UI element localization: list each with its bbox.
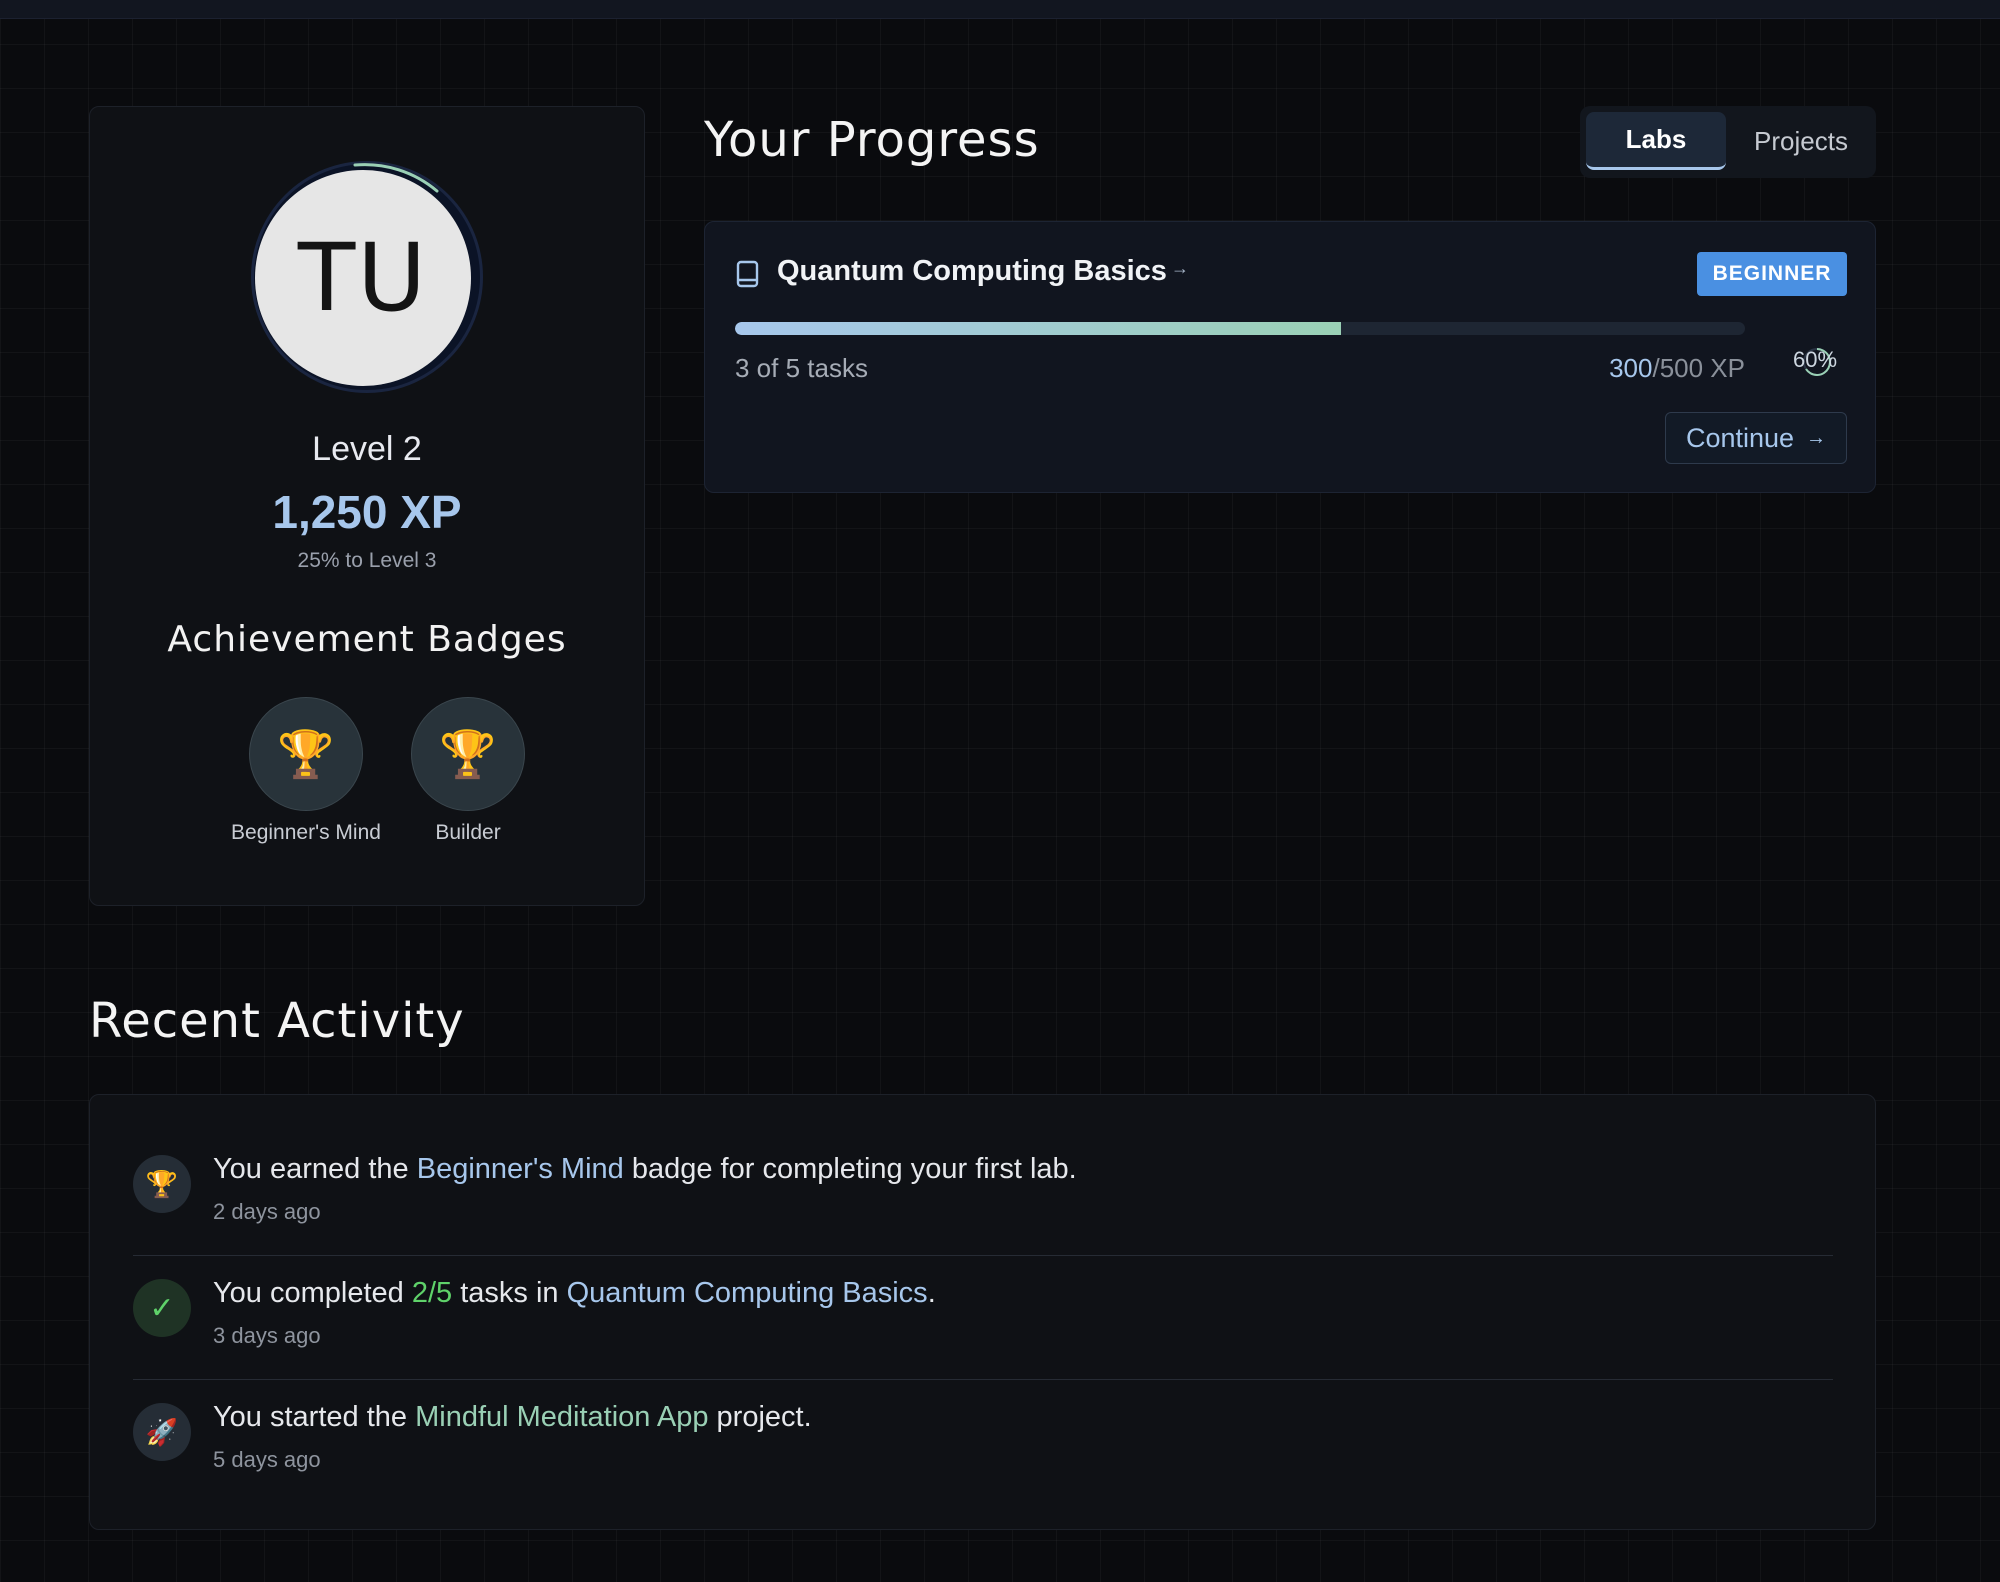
activity-time: 3 days ago: [213, 1323, 321, 1348]
arrow-right-icon: →: [1806, 426, 1827, 449]
percent-indicator: 60%: [1785, 337, 1855, 387]
trophy-icon: 🏆: [411, 697, 525, 811]
level-progress-text: 25% to Level 3: [297, 549, 437, 572]
lab-percent: 60%: [1793, 347, 1838, 372]
activity-text-post: badge for completing your first lab.: [623, 1153, 1077, 1185]
activity-time: 2 days ago: [213, 1199, 321, 1224]
activity-text-post: .: [927, 1277, 936, 1309]
activity-text: You earned the Beginner's Mind badge for…: [213, 1153, 1077, 1186]
book-icon: [736, 260, 759, 288]
activity-text: You started the Mindful Meditation App p…: [213, 1401, 812, 1434]
activity-item: 🏆 You earned the Beginner's Mind badge f…: [133, 1145, 1833, 1256]
trophy-icon: 🏆: [249, 697, 363, 811]
badge-builder[interactable]: 🏆 Builder: [383, 697, 553, 845]
lab-progress-bar: [735, 322, 1745, 335]
lab-xp-total: /500 XP: [1652, 353, 1745, 383]
top-bar: [0, 0, 2000, 19]
tab-labs[interactable]: Labs: [1586, 112, 1726, 170]
badge-label: Beginner's Mind: [231, 821, 381, 844]
activity-item: ✓ You completed 2/5 tasks in Quantum Com…: [133, 1269, 1833, 1380]
difficulty-badge: BEGINNER: [1697, 252, 1847, 296]
activity-link[interactable]: Quantum Computing Basics: [567, 1277, 928, 1309]
activity-link[interactable]: Beginner's Mind: [417, 1153, 624, 1185]
progress-tabs: Labs Projects: [1580, 106, 1876, 178]
arrow-right-icon[interactable]: →: [1171, 258, 1189, 279]
activity-card: 🏆 You earned the Beginner's Mind badge f…: [89, 1094, 1876, 1530]
continue-button[interactable]: Continue →: [1665, 412, 1847, 464]
activity-link[interactable]: Mindful Meditation App: [415, 1401, 708, 1433]
avatar: TU: [255, 170, 471, 386]
activity-item: 🚀 You started the Mindful Meditation App…: [133, 1393, 1833, 1503]
activity-time: 5 days ago: [213, 1447, 321, 1472]
xp-total: 1,250 XP: [272, 486, 462, 538]
lab-xp: 300/500 XP: [1609, 353, 1745, 384]
lab-progress-fill: [735, 322, 1341, 335]
badge-beginners-mind[interactable]: 🏆 Beginner's Mind: [221, 697, 391, 845]
tab-projects[interactable]: Projects: [1732, 112, 1870, 170]
level-label: Level 2: [312, 430, 422, 468]
activity-title: Recent Activity: [89, 993, 465, 1049]
continue-label: Continue: [1685, 422, 1795, 453]
rocket-icon: 🚀: [133, 1403, 191, 1461]
activity-count: 2/5: [411, 1277, 453, 1309]
activity-text-mid: tasks in: [452, 1277, 567, 1309]
progress-title: Your Progress: [704, 112, 1040, 168]
lab-xp-current: 300: [1609, 353, 1653, 383]
badges-title: Achievement Badges: [167, 619, 567, 660]
lab-title[interactable]: Quantum Computing Basics: [777, 255, 1167, 288]
activity-text-pre: You earned the: [213, 1153, 417, 1185]
lab-card[interactable]: Quantum Computing Basics → BEGINNER 3 of…: [704, 221, 1876, 493]
activity-text: You completed 2/5 tasks in Quantum Compu…: [213, 1277, 936, 1310]
trophy-icon: 🏆: [133, 1155, 191, 1213]
activity-text-post: project.: [708, 1401, 812, 1433]
check-icon: ✓: [133, 1279, 191, 1337]
badge-label: Builder: [435, 821, 501, 844]
profile-card: TU Level 2 1,250 XP 25% to Level 3 Achie…: [89, 106, 645, 906]
activity-text-pre: You completed: [213, 1277, 412, 1309]
activity-text-pre: You started the: [213, 1401, 416, 1433]
tasks-count: 3 of 5 tasks: [735, 353, 868, 383]
